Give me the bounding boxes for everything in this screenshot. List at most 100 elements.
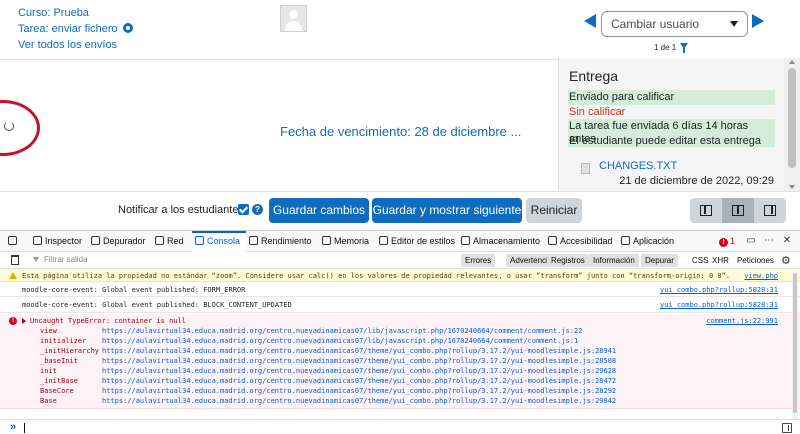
filter-icon[interactable] (680, 43, 688, 53)
warning-source-link[interactable]: view.php (744, 272, 778, 280)
close-icon[interactable]: ✕ (782, 236, 792, 246)
reset-button[interactable]: Reiniciar (526, 198, 582, 223)
file-link[interactable]: CHANGES.TXT (599, 160, 677, 172)
clear-console-trash-icon[interactable] (11, 255, 19, 265)
error-source-link[interactable]: comment.js:22:991 (706, 317, 778, 325)
stack-frame-link[interactable]: https://aulavirtual34.educa.madrid.org/c… (102, 367, 616, 375)
next-user-arrow-icon[interactable] (752, 14, 764, 28)
stack-frame-link[interactable]: https://aulavirtual34.educa.madrid.org/c… (102, 347, 616, 355)
text-cursor (24, 423, 25, 433)
console-warning-message: Esta página utiliza la propiedad no está… (0, 269, 800, 282)
console-scrollbar-thumb[interactable] (793, 273, 797, 413)
tab-style-editor[interactable]: Editor de estilos (379, 231, 455, 252)
tab-console[interactable]: Consola (192, 231, 247, 252)
save-changes-button[interactable]: Guardar cambios (269, 198, 369, 223)
console-input[interactable]: » (0, 419, 800, 434)
stack-frame: Base https://aulavirtual34.educa.madrid.o… (0, 397, 800, 407)
console-prompt-chevron-icon: » (10, 421, 17, 433)
tab-application-label: Aplicación (633, 236, 675, 246)
stack-frame-function: _initHierarchy (40, 347, 100, 355)
submission-status-panel: Entrega Enviado para calificar Sin calif… (558, 58, 784, 191)
network-icon (155, 236, 164, 245)
devtools-panel: Inspector Depurador Red Consola Rendimie… (0, 230, 800, 434)
tab-performance-label: Rendimiento (261, 236, 312, 246)
settings-gear-icon[interactable] (122, 23, 133, 33)
scroll-up-arrow-icon[interactable] (789, 60, 795, 64)
filter-info-toggle[interactable]: Información (589, 254, 639, 267)
stack-frame-link[interactable]: https://aulavirtual34.educa.madrid.org/c… (102, 377, 616, 385)
panel-title: Entrega (569, 68, 619, 84)
stack-frame: init https://aulavirtual34.educa.madrid.o… (0, 367, 800, 377)
view-all-submissions-link[interactable]: Ver todos los envíos (18, 37, 133, 53)
stack-frame-link[interactable]: https://aulavirtual34.educa.madrid.org/c… (102, 387, 616, 395)
stack-frame-link[interactable]: https://aulavirtual34.educa.madrid.org/c… (102, 327, 582, 335)
console-error-message: ! Uncaught TypeError: container is null … (0, 314, 800, 409)
filter-xhr-toggle[interactable]: XHR (708, 254, 733, 267)
log-source-link[interactable]: yui_combo.php?rollup:5828:31 (660, 286, 778, 294)
stack-frame-link[interactable]: https://aulavirtual34.educa.madrid.org/c… (102, 357, 616, 365)
header-links: Curso: Prueba Tarea: enviar fichero Ver … (18, 5, 133, 53)
responsive-design-icon[interactable]: ▭ (746, 236, 756, 246)
console-settings-gear-icon[interactable]: ⚙ (781, 254, 791, 267)
console-log-message: moodle-core-event: Global event publishe… (0, 298, 800, 313)
tab-performance[interactable]: Rendimiento (249, 231, 312, 252)
tab-storage[interactable]: Almacenamiento (461, 231, 540, 252)
stack-frame-link[interactable]: https://aulavirtual34.educa.madrid.org/c… (102, 397, 616, 405)
tab-application[interactable]: Aplicación (621, 231, 674, 252)
error-icon: ! (719, 238, 728, 247)
stack-frame: _baseInit https://aulavirtual34.educa.mad… (0, 357, 800, 367)
filter-output-input[interactable]: Filtrar salida (44, 255, 88, 264)
tab-network[interactable]: Red (155, 231, 184, 252)
notify-students-checkbox[interactable] (238, 204, 249, 215)
log-source-link[interactable]: yui_combo.php?rollup:5828:31 (660, 301, 778, 309)
stack-frame: view https://aulavirtual34.educa.madrid.o… (0, 327, 800, 337)
change-user-select[interactable]: Cambiar usuario (601, 11, 748, 37)
scrollbar-thumb[interactable] (788, 68, 796, 168)
tab-console-label: Consola (207, 236, 241, 246)
devtools-tab-bar: Inspector Depurador Red Consola Rendimie… (0, 231, 800, 252)
change-user-placeholder: Cambiar usuario (611, 17, 700, 31)
more-options-icon[interactable]: ⋯ (764, 236, 774, 246)
filter-requests-toggle[interactable]: Peticiones (733, 254, 778, 267)
stack-frame-link[interactable]: https://aulavirtual34.educa.madrid.org/c… (102, 337, 578, 345)
layout-collapse-grade-button[interactable] (690, 198, 722, 223)
status-ungraded: Sin calificar (569, 106, 626, 118)
log-text: moodle-core-event: Global event publishe… (22, 286, 246, 294)
filter-logs-toggle[interactable]: Registros (547, 254, 589, 267)
log-text: moodle-core-event: Global event publishe… (22, 301, 292, 309)
filter-errors-toggle[interactable]: Errores (461, 254, 496, 267)
tab-debugger[interactable]: Depurador (91, 231, 146, 252)
tab-memory[interactable]: Memoria (322, 231, 369, 252)
performance-icon (249, 236, 258, 245)
help-icon[interactable]: ? (252, 204, 263, 215)
application-icon (621, 236, 630, 245)
tab-inspector[interactable]: Inspector (33, 231, 82, 252)
layout-collapse-review-button[interactable] (754, 198, 786, 223)
pick-element-button[interactable] (8, 231, 20, 252)
expand-triangle-icon[interactable] (22, 318, 26, 324)
stack-frame-function: init (40, 367, 57, 375)
panel-scrollbar[interactable] (784, 58, 800, 191)
tab-style-editor-label: Editor de estilos (391, 236, 456, 246)
console-scrollbar[interactable] (792, 271, 798, 419)
save-and-next-button[interactable]: Guardar y mostrar siguiente (372, 198, 522, 223)
course-link[interactable]: Curso: Prueba (18, 5, 133, 21)
due-date: Fecha de vencimiento: 28 de diciembre ..… (280, 124, 522, 139)
tab-accessibility-label: Accesibilidad (560, 236, 613, 246)
task-link[interactable]: Tarea: enviar fichero (18, 21, 133, 37)
tab-debugger-label: Depurador (103, 236, 146, 246)
style-editor-icon (379, 236, 388, 245)
editor-mode-toggle-icon[interactable] (782, 423, 792, 433)
console-icon (195, 236, 204, 245)
notify-students-label: Notificar a los estudiantes (118, 204, 244, 216)
stack-frame: _initHierarchy https://aulavirtual34.educ… (0, 347, 800, 357)
scroll-down-arrow-icon[interactable] (789, 185, 795, 189)
filter-debug-toggle[interactable]: Depurar (641, 254, 678, 267)
previous-user-arrow-icon[interactable] (584, 14, 596, 28)
tab-accessibility[interactable]: Accesibilidad (548, 231, 613, 252)
pick-element-icon (8, 236, 17, 245)
error-count-badge[interactable]: ! 1 (719, 236, 735, 247)
stack-frame-function: _initBase (40, 377, 78, 385)
layout-default-button[interactable] (722, 198, 754, 223)
inspector-icon (33, 236, 42, 245)
